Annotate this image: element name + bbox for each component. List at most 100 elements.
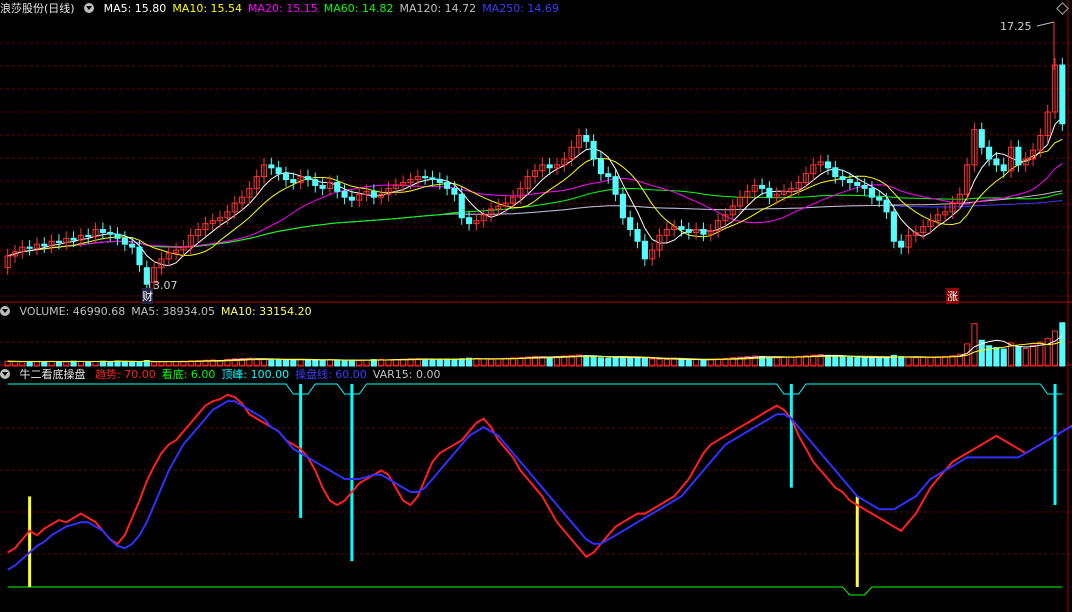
volume-bar	[678, 359, 685, 367]
volume-bar	[824, 354, 832, 367]
candle-body	[268, 164, 275, 169]
candle-body	[436, 179, 443, 183]
limit-up-tag[interactable]: 涨	[946, 288, 959, 304]
candle-body	[129, 243, 136, 248]
candle-body	[55, 240, 62, 243]
stock-chart	[0, 0, 1072, 612]
candle-body	[121, 237, 128, 245]
volume-bar	[685, 359, 692, 367]
volume-bar	[458, 358, 465, 367]
volume-bar	[641, 357, 648, 367]
volume-bar	[583, 355, 590, 367]
candle-body	[898, 240, 905, 248]
volume-bar	[846, 356, 854, 367]
volume-bar	[1029, 344, 1037, 367]
volume-bar	[1051, 330, 1059, 367]
volume-bar	[854, 357, 861, 367]
candle-body	[458, 193, 465, 219]
candle-body	[766, 187, 773, 198]
candle-body	[444, 182, 451, 189]
volume-bar	[275, 359, 282, 367]
candle-body	[429, 177, 436, 181]
candle-body	[26, 246, 33, 249]
candle-body	[883, 199, 890, 213]
volume-bar	[429, 358, 436, 367]
volume-bar	[319, 359, 326, 367]
candle-body	[312, 179, 319, 186]
volume-bar	[861, 357, 868, 367]
volume-bar	[839, 356, 846, 367]
candle-body	[282, 173, 290, 181]
volume-bar	[444, 358, 451, 367]
volume-bar	[1015, 346, 1022, 367]
candle-body	[41, 243, 48, 247]
candle-body	[986, 146, 993, 160]
peak-line	[7, 383, 1063, 395]
candle-body	[275, 167, 282, 175]
candle-body	[1015, 146, 1022, 166]
finance-tag[interactable]: 财	[142, 288, 153, 304]
volume-bar	[634, 357, 641, 367]
bottom-line	[7, 586, 1063, 596]
candle-body	[85, 234, 92, 238]
candle-body	[619, 193, 626, 219]
volume-bar	[627, 357, 634, 367]
candle-body	[136, 246, 143, 266]
candle-body	[627, 217, 634, 230]
candle-body	[641, 240, 648, 260]
candle-body	[107, 231, 114, 235]
high-price-marker: 17.25	[1000, 20, 1032, 33]
candle-body	[605, 173, 612, 178]
volume-bar	[129, 361, 136, 367]
volume-bar	[41, 360, 48, 367]
candle-body	[758, 184, 766, 189]
volume-bar	[312, 359, 319, 367]
volume-bar	[619, 356, 626, 367]
candle-body	[290, 179, 297, 183]
candle-body	[70, 237, 77, 241]
volume-bar	[85, 361, 92, 367]
candle-body	[114, 233, 121, 239]
candle-body	[890, 211, 897, 242]
candle-body	[341, 190, 348, 198]
volume-bar	[898, 356, 905, 367]
candle-body	[832, 167, 839, 178]
volume-bar	[883, 356, 890, 367]
candle-body	[978, 129, 985, 148]
high-marker-arrow	[1036, 21, 1055, 27]
volume-bar	[766, 356, 773, 367]
volume-bar	[348, 359, 355, 367]
candle-body	[583, 135, 590, 142]
candle-body	[861, 184, 868, 189]
trade-line	[7, 400, 1072, 571]
candle-body	[422, 176, 429, 179]
candle-body	[319, 184, 326, 189]
volume-bar	[1059, 322, 1066, 367]
volume-bar	[1044, 337, 1051, 367]
candle-body	[304, 176, 312, 181]
volume-bar	[1000, 348, 1007, 367]
volume-bar	[876, 357, 883, 367]
candle-body	[700, 229, 707, 235]
candle-body	[466, 217, 473, 225]
candle-body	[685, 229, 692, 233]
volume-bar	[451, 358, 458, 367]
volume-bar	[121, 360, 128, 367]
volume-bar	[341, 359, 348, 367]
volume-bar	[282, 359, 290, 367]
candle-body	[846, 179, 854, 183]
volume-bar	[597, 357, 604, 367]
candle-body	[597, 158, 604, 175]
volume-bar	[436, 359, 443, 367]
volume-bar	[334, 359, 341, 367]
candle-body	[876, 196, 883, 201]
candle-body	[612, 176, 619, 195]
volume-bar	[107, 361, 114, 367]
candle-body	[590, 140, 597, 160]
candle-body	[1059, 64, 1066, 125]
candle-body	[839, 176, 846, 181]
candle-body	[370, 190, 377, 198]
volume-bar	[55, 361, 62, 367]
volume-bar	[1022, 348, 1029, 367]
candle-body	[546, 164, 553, 169]
